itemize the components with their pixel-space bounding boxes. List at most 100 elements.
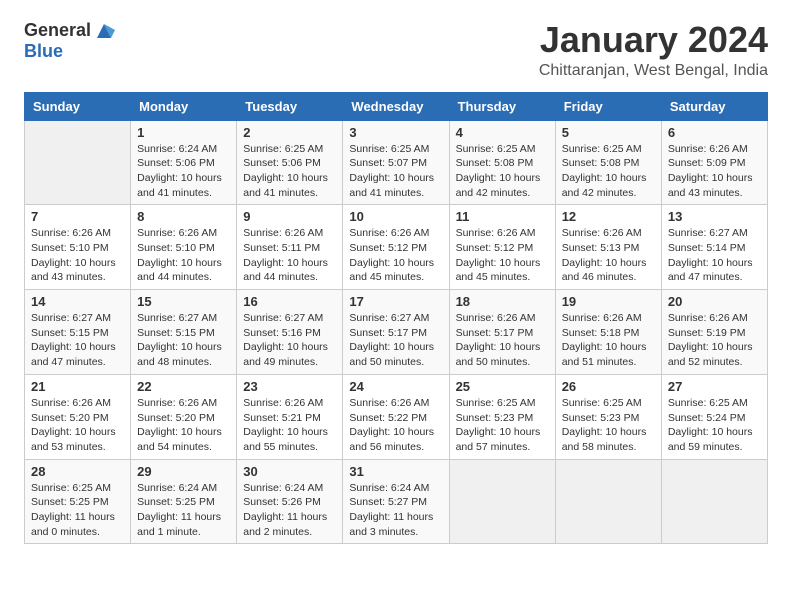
day-number: 15	[137, 294, 230, 309]
day-info: Sunrise: 6:26 AMSunset: 5:22 PMDaylight:…	[349, 396, 442, 455]
calendar-cell	[661, 459, 767, 544]
day-number: 27	[668, 379, 761, 394]
calendar-cell: 6Sunrise: 6:26 AMSunset: 5:09 PMDaylight…	[661, 120, 767, 205]
day-number: 17	[349, 294, 442, 309]
calendar-cell: 25 Sunrise: 6:25 AMSunset: 5:23 PMDayligh…	[449, 374, 555, 459]
column-header-monday: Monday	[131, 92, 237, 120]
day-number: 16	[243, 294, 336, 309]
column-header-friday: Friday	[555, 92, 661, 120]
calendar-cell: 27Sunrise: 6:25 AMSunset: 5:24 PMDayligh…	[661, 374, 767, 459]
week-row: 1 Sunrise: 6:24 AMSunset: 5:06 PMDaylight…	[25, 120, 768, 205]
calendar-cell: 22 Sunrise: 6:26 AMSunset: 5:20 PMDayligh…	[131, 374, 237, 459]
calendar-cell: 5 Sunrise: 6:25 AMSunset: 5:08 PMDaylight…	[555, 120, 661, 205]
calendar-cell: 24 Sunrise: 6:26 AMSunset: 5:22 PMDayligh…	[343, 374, 449, 459]
day-number: 10	[349, 209, 442, 224]
day-info: Sunrise: 6:26 AMSunset: 5:09 PMDaylight:…	[668, 142, 761, 201]
calendar-cell: 8 Sunrise: 6:26 AMSunset: 5:10 PMDaylight…	[131, 205, 237, 290]
column-header-wednesday: Wednesday	[343, 92, 449, 120]
calendar-cell: 16 Sunrise: 6:27 AMSunset: 5:16 PMDayligh…	[237, 290, 343, 375]
calendar-cell: 2 Sunrise: 6:25 AMSunset: 5:06 PMDaylight…	[237, 120, 343, 205]
calendar-cell: 31Sunrise: 6:24 AMSunset: 5:27 PMDayligh…	[343, 459, 449, 544]
week-row: 28Sunrise: 6:25 AMSunset: 5:25 PMDayligh…	[25, 459, 768, 544]
day-info: Sunrise: 6:25 AMSunset: 5:07 PMDaylight:…	[349, 142, 442, 201]
calendar-table: SundayMondayTuesdayWednesdayThursdayFrid…	[24, 92, 768, 545]
day-number: 29	[137, 464, 230, 479]
day-number: 7	[31, 209, 124, 224]
day-info: Sunrise: 6:24 AMSunset: 5:26 PMDaylight:…	[243, 481, 336, 540]
calendar-cell: 7Sunrise: 6:26 AMSunset: 5:10 PMDaylight…	[25, 205, 131, 290]
page-header: General Blue January 2024 Chittaranjan, …	[24, 20, 768, 80]
logo-icon	[93, 20, 115, 42]
calendar-cell: 20Sunrise: 6:26 AMSunset: 5:19 PMDayligh…	[661, 290, 767, 375]
day-info: Sunrise: 6:24 AMSunset: 5:25 PMDaylight:…	[137, 481, 230, 540]
calendar-cell: 13Sunrise: 6:27 AMSunset: 5:14 PMDayligh…	[661, 205, 767, 290]
day-info: Sunrise: 6:27 AMSunset: 5:16 PMDaylight:…	[243, 311, 336, 370]
day-number: 12	[562, 209, 655, 224]
day-number: 31	[349, 464, 442, 479]
week-row: 7 Sunrise: 6:26 AMSunset: 5:10 PMDaylight…	[25, 205, 768, 290]
day-number: 22	[137, 379, 230, 394]
day-info: Sunrise: 6:27 AMSunset: 5:17 PMDaylight:…	[349, 311, 442, 370]
day-info: Sunrise: 6:26 AMSunset: 5:20 PMDaylight:…	[31, 396, 124, 455]
calendar-cell: 19Sunrise: 6:26 AMSunset: 5:18 PMDayligh…	[555, 290, 661, 375]
day-info: Sunrise: 6:26 AMSunset: 5:20 PMDaylight:…	[137, 396, 230, 455]
day-info: Sunrise: 6:25 AMSunset: 5:06 PMDaylight:…	[243, 142, 336, 201]
day-number: 14	[31, 294, 124, 309]
day-info: Sunrise: 6:26 AMSunset: 5:12 PMDaylight:…	[349, 226, 442, 285]
day-number: 8	[137, 209, 230, 224]
title-area: January 2024 Chittaranjan, West Bengal, …	[539, 20, 768, 80]
calendar-cell	[555, 459, 661, 544]
day-number: 30	[243, 464, 336, 479]
calendar-cell: 12 Sunrise: 6:26 AMSunset: 5:13 PMDayligh…	[555, 205, 661, 290]
day-info: Sunrise: 6:26 AMSunset: 5:10 PMDaylight:…	[137, 226, 230, 285]
calendar-cell: 18Sunrise: 6:26 AMSunset: 5:17 PMDayligh…	[449, 290, 555, 375]
column-header-sunday: Sunday	[25, 92, 131, 120]
day-info: Sunrise: 6:27 AMSunset: 5:15 PMDaylight:…	[137, 311, 230, 370]
day-number: 1	[137, 125, 230, 140]
calendar-cell: 10 Sunrise: 6:26 AMSunset: 5:12 PMDayligh…	[343, 205, 449, 290]
calendar-cell	[449, 459, 555, 544]
calendar-cell: 3 Sunrise: 6:25 AMSunset: 5:07 PMDaylight…	[343, 120, 449, 205]
logo: General Blue	[24, 20, 115, 62]
day-info: Sunrise: 6:24 AMSunset: 5:06 PMDaylight:…	[137, 142, 230, 201]
calendar-subtitle: Chittaranjan, West Bengal, India	[539, 62, 768, 80]
calendar-cell: 1 Sunrise: 6:24 AMSunset: 5:06 PMDaylight…	[131, 120, 237, 205]
calendar-cell: 11 Sunrise: 6:26 AMSunset: 5:12 PMDayligh…	[449, 205, 555, 290]
day-number: 26	[562, 379, 655, 394]
logo-blue: Blue	[24, 41, 63, 61]
day-number: 13	[668, 209, 761, 224]
calendar-cell: 26Sunrise: 6:25 AMSunset: 5:23 PMDayligh…	[555, 374, 661, 459]
day-info: Sunrise: 6:26 AMSunset: 5:13 PMDaylight:…	[562, 226, 655, 285]
calendar-cell: 15 Sunrise: 6:27 AMSunset: 5:15 PMDayligh…	[131, 290, 237, 375]
calendar-cell: 17 Sunrise: 6:27 AMSunset: 5:17 PMDayligh…	[343, 290, 449, 375]
week-row: 14 Sunrise: 6:27 AMSunset: 5:15 PMDayligh…	[25, 290, 768, 375]
calendar-cell: 4 Sunrise: 6:25 AMSunset: 5:08 PMDaylight…	[449, 120, 555, 205]
day-info: Sunrise: 6:25 AMSunset: 5:08 PMDaylight:…	[456, 142, 549, 201]
column-header-thursday: Thursday	[449, 92, 555, 120]
calendar-cell: 29 Sunrise: 6:24 AMSunset: 5:25 PMDayligh…	[131, 459, 237, 544]
day-number: 11	[456, 209, 549, 224]
calendar-cell: 30 Sunrise: 6:24 AMSunset: 5:26 PMDayligh…	[237, 459, 343, 544]
day-number: 24	[349, 379, 442, 394]
calendar-cell	[25, 120, 131, 205]
day-number: 3	[349, 125, 442, 140]
day-number: 9	[243, 209, 336, 224]
day-number: 18	[456, 294, 549, 309]
day-info: Sunrise: 6:25 AMSunset: 5:23 PMDaylight:…	[456, 396, 549, 455]
calendar-cell: 28Sunrise: 6:25 AMSunset: 5:25 PMDayligh…	[25, 459, 131, 544]
calendar-cell: 21Sunrise: 6:26 AMSunset: 5:20 PMDayligh…	[25, 374, 131, 459]
day-number: 4	[456, 125, 549, 140]
day-info: Sunrise: 6:26 AMSunset: 5:11 PMDaylight:…	[243, 226, 336, 285]
column-header-saturday: Saturday	[661, 92, 767, 120]
day-info: Sunrise: 6:25 AMSunset: 5:08 PMDaylight:…	[562, 142, 655, 201]
day-info: Sunrise: 6:26 AMSunset: 5:12 PMDaylight:…	[456, 226, 549, 285]
calendar-title: January 2024	[539, 20, 768, 60]
day-number: 2	[243, 125, 336, 140]
day-number: 5	[562, 125, 655, 140]
week-row: 21Sunrise: 6:26 AMSunset: 5:20 PMDayligh…	[25, 374, 768, 459]
header-row: SundayMondayTuesdayWednesdayThursdayFrid…	[25, 92, 768, 120]
calendar-cell: 23Sunrise: 6:26 AMSunset: 5:21 PMDayligh…	[237, 374, 343, 459]
day-info: Sunrise: 6:26 AMSunset: 5:19 PMDaylight:…	[668, 311, 761, 370]
calendar-cell: 14Sunrise: 6:27 AMSunset: 5:15 PMDayligh…	[25, 290, 131, 375]
day-number: 25	[456, 379, 549, 394]
